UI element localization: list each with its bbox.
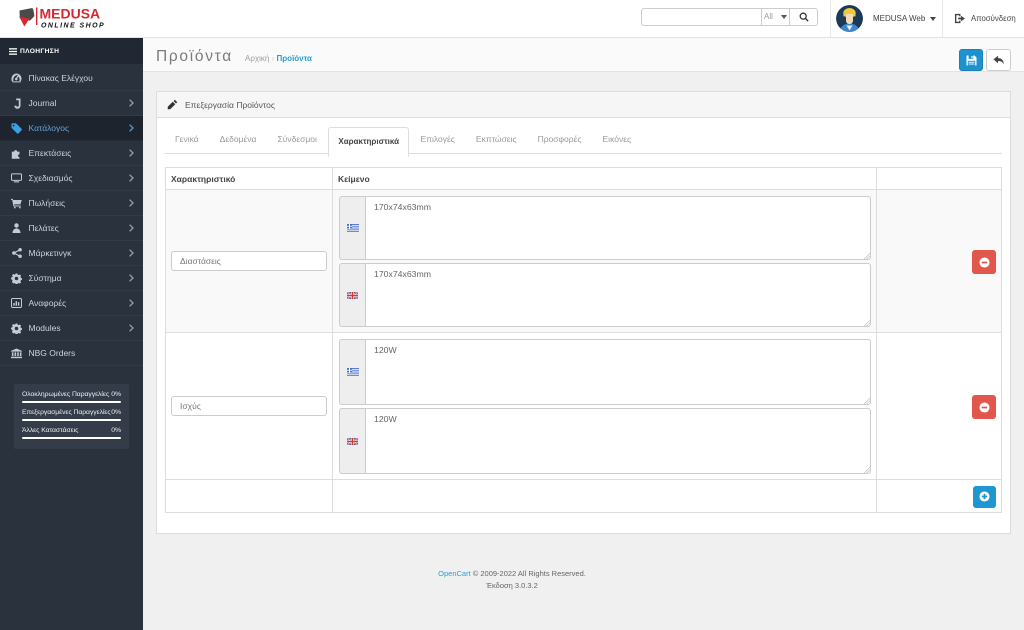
svg-text:MEDUSA: MEDUSA — [40, 7, 101, 22]
svg-text:ONLINE SHOP: ONLINE SHOP — [41, 23, 105, 30]
